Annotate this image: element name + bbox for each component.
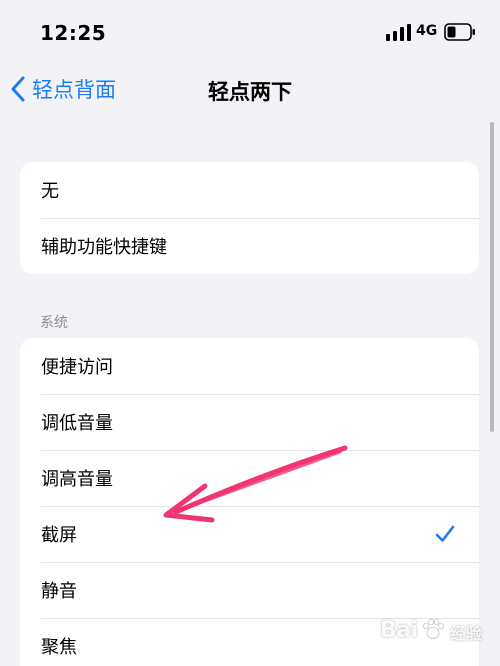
status-time: 12:25	[40, 21, 107, 45]
navigation-bar: 轻点背面 轻点两下	[0, 62, 500, 116]
option-label: 便捷访问	[41, 357, 113, 378]
options-group-system: 便捷访问 调低音量 调高音量 截屏 静音 聚焦	[20, 338, 479, 666]
option-label: 截屏	[41, 525, 77, 546]
battery-icon	[444, 23, 475, 41]
section-header-system: 系统	[40, 315, 68, 331]
option-screenshot[interactable]: 截屏	[20, 506, 479, 562]
status-bar: 12:25 4G	[0, 0, 500, 62]
option-label: 调高音量	[41, 469, 113, 490]
option-reachability[interactable]: 便捷访问	[20, 338, 479, 394]
signal-icon	[386, 24, 411, 41]
options-group-general: 无 辅助功能快捷键	[20, 162, 479, 274]
option-label: 聚焦	[41, 637, 77, 658]
option-mute[interactable]: 静音	[20, 562, 479, 618]
option-accessibility-shortcut[interactable]: 辅助功能快捷键	[20, 218, 479, 274]
network-type: 4G	[416, 23, 438, 39]
option-label: 调低音量	[41, 413, 113, 434]
scroll-indicator[interactable]	[490, 122, 494, 432]
screen: 12:25 4G 轻点背面 轻点两下 无 辅助功能快捷键 系统 便捷访问 调低音…	[0, 0, 500, 666]
option-volume-up[interactable]: 调高音量	[20, 450, 479, 506]
checkmark-icon	[435, 525, 455, 542]
option-label: 辅助功能快捷键	[41, 237, 167, 258]
page-title: 轻点两下	[208, 80, 292, 104]
option-volume-down[interactable]: 调低音量	[20, 394, 479, 450]
option-none[interactable]: 无	[20, 162, 479, 218]
option-focus[interactable]: 聚焦	[20, 618, 479, 666]
option-label: 无	[41, 181, 59, 202]
option-label: 静音	[41, 581, 77, 602]
